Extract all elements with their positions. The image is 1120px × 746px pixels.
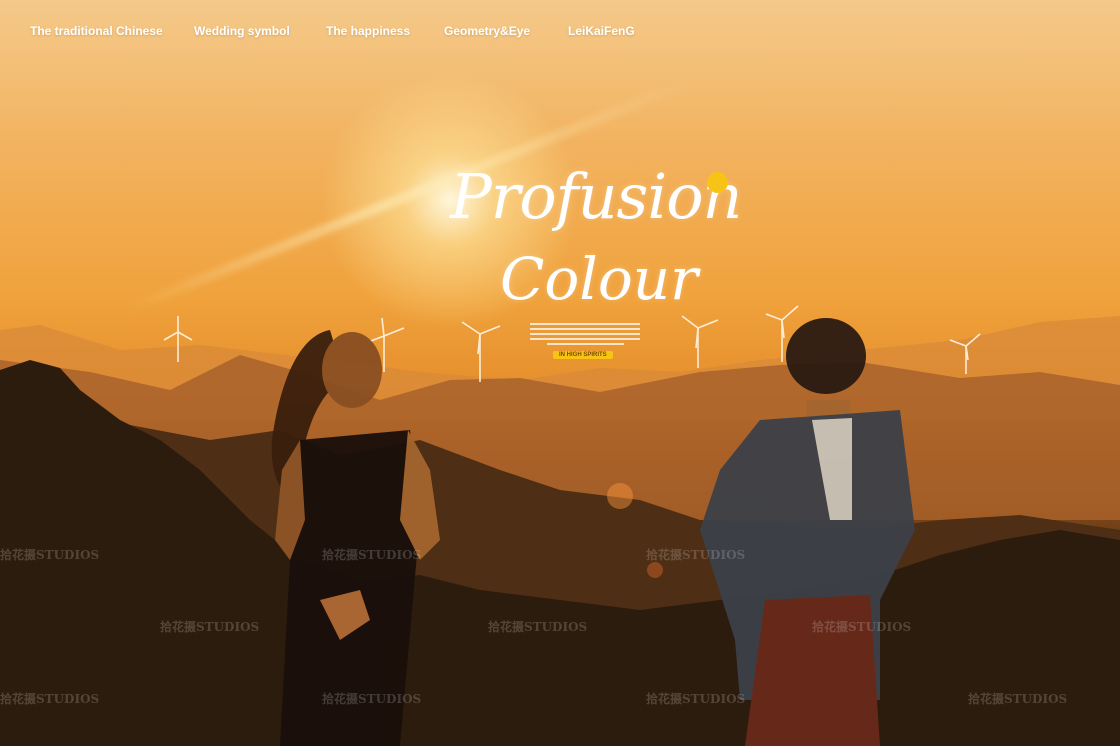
hero-fine-print: [530, 320, 640, 348]
flare-orb-small: [647, 562, 663, 578]
watermark-text: 拾花摄STUDIOS: [160, 620, 260, 634]
hero-title-line1: Profusion: [450, 160, 742, 233]
flare-orb: [607, 483, 633, 509]
fine-print-line: [530, 333, 640, 335]
hero-title-line2: Colour: [500, 245, 698, 313]
watermark-text: 拾花摄STUDIOS: [968, 692, 1068, 706]
watermark-text: 拾花摄STUDIOS: [322, 548, 422, 562]
nav-item-leikaifeng[interactable]: LeiKaiFenG: [568, 24, 635, 38]
fine-print-line: [530, 328, 640, 330]
hero-photo: The traditional Chinese Wedding symbol T…: [0, 0, 1120, 746]
fine-print-line: [530, 323, 640, 325]
fine-print-line: [530, 338, 640, 340]
hero-badge: IN HIGH SPIRITS: [553, 351, 613, 359]
nav-item-geometry-eye[interactable]: Geometry&Eye: [444, 24, 530, 38]
watermark-text: 拾花摄STUDIOS: [488, 620, 588, 634]
nav-item-happiness[interactable]: The happiness: [326, 24, 410, 38]
nav-item-traditional-chinese[interactable]: The traditional Chinese: [30, 24, 163, 38]
nav-item-wedding-symbol[interactable]: Wedding symbol: [194, 24, 290, 38]
watermark-text: 拾花摄STUDIOS: [322, 692, 422, 706]
watermark-text: 拾花摄STUDIOS: [812, 620, 912, 634]
fine-print-line: [546, 343, 624, 345]
accent-dot-icon: [707, 172, 728, 193]
top-nav: The traditional Chinese Wedding symbol T…: [0, 24, 1120, 44]
watermark-text: 拾花摄STUDIOS: [0, 692, 100, 706]
watermark-text: 拾花摄STUDIOS: [0, 548, 100, 562]
watermark-text: 拾花摄STUDIOS: [646, 692, 746, 706]
watermark-text: 拾花摄STUDIOS: [646, 548, 746, 562]
